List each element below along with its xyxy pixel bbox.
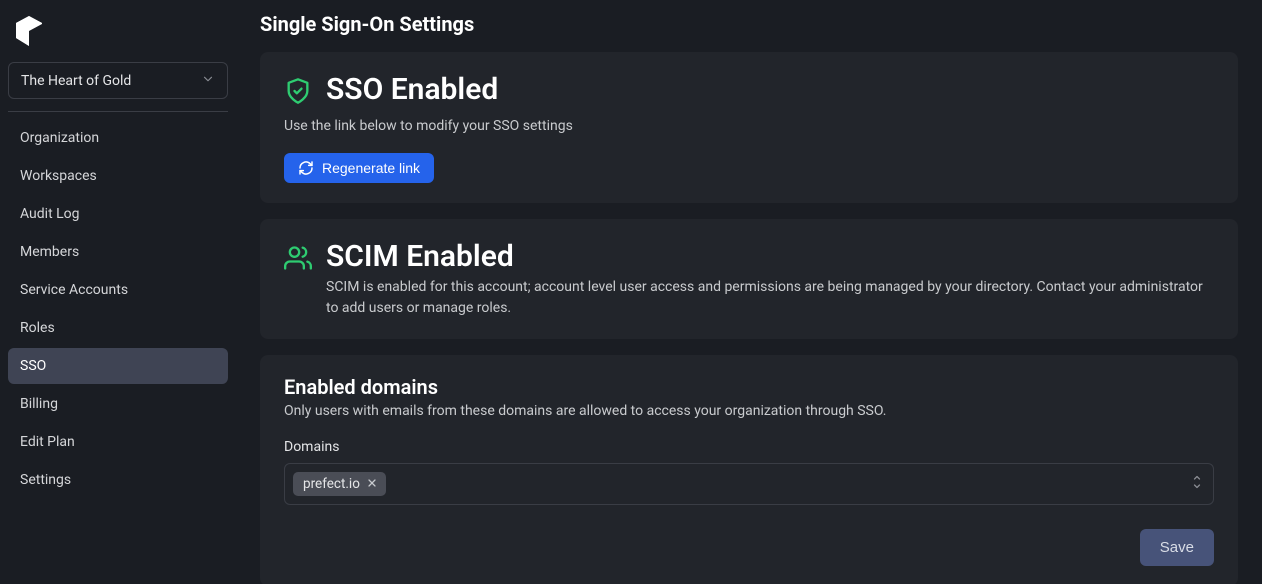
sidebar-label: Billing [20,396,58,412]
sidebar-item-roles[interactable]: Roles [8,310,228,346]
org-name: The Heart of Gold [21,73,131,89]
domains-field-label: Domains [284,439,1214,455]
users-icon [284,244,312,272]
sidebar-label: Service Accounts [20,282,128,298]
domains-desc: Only users with emails from these domain… [284,403,1214,419]
refresh-icon [298,160,314,176]
sso-card-desc: Use the link below to modify your SSO se… [284,116,1214,137]
sidebar-item-settings[interactable]: Settings [8,462,228,498]
sidebar-label: Settings [20,472,71,488]
main-content: Single Sign-On Settings SSO Enabled Use … [236,0,1262,584]
save-button[interactable]: Save [1140,529,1214,566]
domain-chip: prefect.io [293,472,386,496]
sidebar-label: SSO [20,358,46,374]
domains-title: Enabled domains [284,375,1214,399]
select-sort-icon[interactable] [1191,474,1203,494]
sidebar-label: Roles [20,320,55,336]
enabled-domains-card: Enabled domains Only users with emails f… [260,355,1238,584]
sidebar-item-members[interactable]: Members [8,234,228,270]
sidebar-label: Workspaces [20,168,97,184]
sidebar-label: Members [20,244,79,260]
sidebar-item-organization[interactable]: Organization [8,120,228,156]
regenerate-link-button[interactable]: Regenerate link [284,153,434,183]
domain-chip-label: prefect.io [303,476,360,492]
sidebar-item-workspaces[interactable]: Workspaces [8,158,228,194]
sidebar-label: Edit Plan [20,434,75,450]
shield-check-icon [284,77,312,105]
sidebar-item-sso[interactable]: SSO [8,348,228,384]
domains-input[interactable]: prefect.io [284,463,1214,505]
logo [8,12,228,62]
sidebar-nav: Organization Workspaces Audit Log Member… [8,120,228,500]
chevron-down-icon [201,71,215,90]
divider [8,111,228,112]
scim-status-title: SCIM Enabled [326,239,1214,275]
regenerate-label: Regenerate link [322,160,420,176]
sso-status-title: SSO Enabled [326,72,498,108]
page-title: Single Sign-On Settings [260,12,1238,36]
scim-card-desc: SCIM is enabled for this account; accoun… [326,277,1214,319]
sidebar-item-audit-log[interactable]: Audit Log [8,196,228,232]
sidebar-item-edit-plan[interactable]: Edit Plan [8,424,228,460]
sidebar: The Heart of Gold Organization Workspace… [0,0,236,584]
sidebar-label: Organization [20,130,99,146]
org-selector[interactable]: The Heart of Gold [8,62,228,99]
sidebar-label: Audit Log [20,206,80,222]
sso-status-card: SSO Enabled Use the link below to modify… [260,52,1238,203]
scim-status-card: SCIM Enabled SCIM is enabled for this ac… [260,219,1238,339]
sidebar-item-billing[interactable]: Billing [8,386,228,422]
close-icon[interactable] [366,477,378,492]
sidebar-item-service-accounts[interactable]: Service Accounts [8,272,228,308]
